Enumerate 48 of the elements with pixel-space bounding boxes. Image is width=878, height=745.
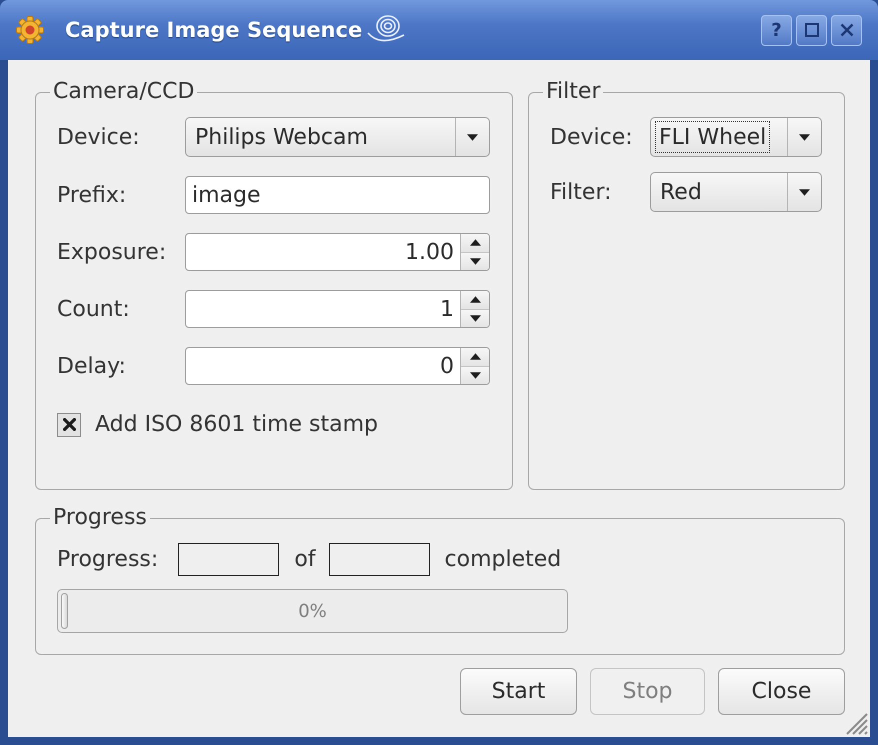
cross-icon [62, 418, 76, 431]
dropdown[interactable]: FLI Wheel [650, 117, 822, 157]
group-title: Filter [545, 79, 602, 105]
field-label: Exposure: [57, 240, 168, 264]
field-label: Count: [57, 296, 131, 322]
field-label: Device: [550, 124, 634, 150]
spin-box[interactable]: 1.00 [185, 233, 490, 271]
caret-down-icon [799, 134, 810, 140]
start-button[interactable]: Start [460, 668, 577, 715]
spin-down-button[interactable] [461, 252, 489, 270]
caret-up-icon [470, 296, 480, 304]
caret-down-icon [470, 314, 480, 322]
spin-box[interactable]: 1 [185, 290, 490, 328]
spin-down-button[interactable] [461, 310, 489, 327]
spin-box[interactable]: 0 [185, 347, 490, 385]
caret-down-icon [470, 258, 480, 265]
dropdown[interactable]: Red [650, 172, 822, 212]
field-label: Delay: [57, 354, 127, 378]
caret-down-icon [467, 134, 478, 140]
checkbox[interactable] [57, 412, 81, 436]
caret-up-icon [470, 353, 480, 360]
maximize-icon [804, 23, 818, 37]
checkbox-label[interactable]: Add ISO 8601 time stamp [95, 412, 378, 437]
close-icon [840, 23, 854, 37]
caret-down-icon [470, 372, 480, 379]
spin-down-button[interactable] [461, 366, 489, 384]
group-title: Progress [52, 505, 148, 531]
field-label: Filter: [550, 180, 613, 204]
caret-down-icon [799, 188, 810, 196]
caret-up-icon [470, 239, 480, 246]
of-label: of [294, 547, 316, 572]
field-label: Prefix: [57, 182, 128, 208]
window-title: Capture Image Sequence [65, 18, 362, 42]
close-button[interactable]: Close [718, 668, 845, 715]
spin-up-button[interactable] [461, 291, 489, 310]
progress-label: Progress: [57, 547, 158, 572]
field-label: Device: [57, 124, 141, 150]
maximize-button[interactable] [796, 14, 827, 46]
completed-label: completed [444, 547, 562, 572]
progress-percent: 0% [298, 600, 327, 622]
gear-icon [16, 16, 44, 44]
help-button[interactable]: ? [761, 14, 792, 46]
text-field[interactable]: image [185, 176, 490, 214]
dropdown[interactable]: Philips Webcam [185, 117, 490, 157]
group-title: Camera/CCD [52, 79, 196, 105]
spin-up-button[interactable] [461, 348, 489, 366]
close-button[interactable] [831, 14, 862, 46]
spin-up-button[interactable] [461, 234, 489, 252]
